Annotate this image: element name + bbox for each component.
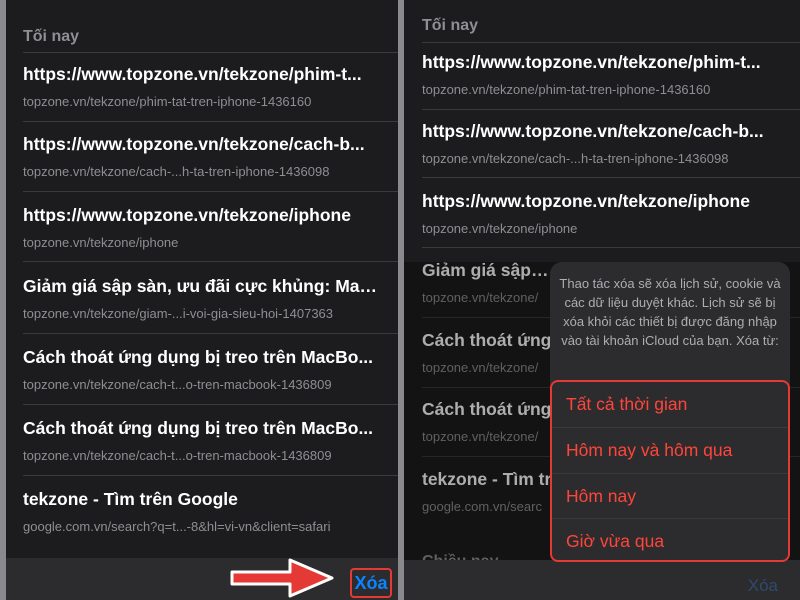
history-item-title: https://www.topzone.vn/tekzone/phim-t... — [422, 52, 761, 72]
history-item-url: google.com.vn/search?q=t...-8&hl=vi-vn&c… — [23, 519, 331, 534]
sheet-message: Thao tác xóa sẽ xóa lịch sử, cookie và c… — [559, 276, 781, 348]
history-list-left: Tối nay https://www.topzone.vn/tekzone/p… — [6, 0, 398, 600]
history-item-url: topzone.vn/tekzone/iphone — [422, 221, 578, 236]
history-item-title: Cách thoát ứng dụng bị treo trên MacBo..… — [23, 347, 374, 367]
history-list-right: Tối nay https://www.topzone.vn/tekzone/p… — [404, 0, 800, 600]
divider — [422, 247, 800, 248]
history-item-title: https://www.topzone.vn/tekzone/cach-b... — [23, 134, 365, 154]
clear-button[interactable]: Xóa — [350, 568, 392, 598]
history-item-url: topzone.vn/tekzone/iphone — [23, 235, 179, 250]
option-all-time[interactable]: Tất cả thời gian — [552, 382, 788, 427]
history-item-url: topzone.vn/tekzone/cach-...h-ta-tren-iph… — [422, 151, 729, 166]
divider — [23, 333, 398, 334]
history-item-title: tekzone - Tìm trên Google — [23, 489, 238, 509]
section-header-tonight: Tối nay — [23, 28, 80, 45]
history-item-url: topzone.vn/tekzone/phim-tat-tren-iphone-… — [23, 94, 312, 109]
history-item-title: https://www.topzone.vn/tekzone/iphone — [422, 191, 750, 211]
history-item-title: Giảm giá sập sàn, ưu đãi cực khủng: Mac.… — [23, 276, 383, 296]
history-item[interactable]: Cách thoát ứng dụng bị treo trên MacBo..… — [6, 343, 398, 413]
history-item-title: https://www.topzone.vn/tekzone/iphone — [23, 205, 351, 225]
clear-history-action-sheet: Thao tác xóa sẽ xóa lịch sử, cookie và c… — [550, 262, 790, 564]
history-item-title: https://www.topzone.vn/tekzone/cach-b... — [422, 121, 764, 141]
clear-options-highlight: Tất cả thời gian Hôm nay và hôm qua Hôm … — [550, 380, 790, 562]
divider — [422, 42, 800, 43]
arrow-annotation-icon — [230, 558, 334, 598]
bottom-toolbar: Xóa — [404, 560, 800, 600]
option-last-hour[interactable]: Giờ vừa qua — [552, 519, 788, 560]
divider — [23, 191, 398, 192]
history-item-url: topzone.vn/tekzone/giam-...i-voi-gia-sie… — [23, 306, 334, 321]
divider — [23, 52, 398, 53]
clear-button-dimmed[interactable]: Xóa — [748, 576, 778, 596]
history-item[interactable]: Giảm giá sập sàn, ưu đãi cực khủng: Mac.… — [6, 272, 398, 342]
section-header-tonight: Tối nay — [422, 17, 479, 34]
divider — [422, 109, 800, 110]
divider — [23, 475, 398, 476]
option-today-and-yesterday[interactable]: Hôm nay và hôm qua — [552, 428, 788, 473]
history-item[interactable]: https://www.topzone.vn/tekzone/cach-b...… — [6, 130, 398, 200]
divider — [23, 121, 398, 122]
divider — [23, 404, 398, 405]
divider — [422, 177, 800, 178]
history-item-url: topzone.vn/tekzone/cach-...h-ta-tren-iph… — [23, 164, 330, 179]
history-item[interactable]: tekzone - Tìm trên Google google.com.vn/… — [6, 485, 398, 555]
history-item[interactable]: https://www.topzone.vn/tekzone/phim-t...… — [404, 48, 800, 118]
history-item[interactable]: https://www.topzone.vn/tekzone/phim-t...… — [6, 60, 398, 130]
history-item-url: topzone.vn/tekzone/cach-t...o-tren-macbo… — [23, 448, 332, 463]
history-item-title: Cách thoát ứng dụng bị treo trên MacBo..… — [23, 418, 374, 438]
history-item-url: topzone.vn/tekzone/cach-t...o-tren-macbo… — [23, 377, 332, 392]
history-item[interactable]: Cách thoát ứng dụng bị treo trên MacBo..… — [6, 414, 398, 484]
history-item-url: topzone.vn/tekzone/phim-tat-tren-iphone-… — [422, 82, 711, 97]
option-today[interactable]: Hôm nay — [552, 474, 788, 519]
divider — [23, 261, 398, 262]
history-item-title: https://www.topzone.vn/tekzone/phim-t... — [23, 64, 362, 84]
